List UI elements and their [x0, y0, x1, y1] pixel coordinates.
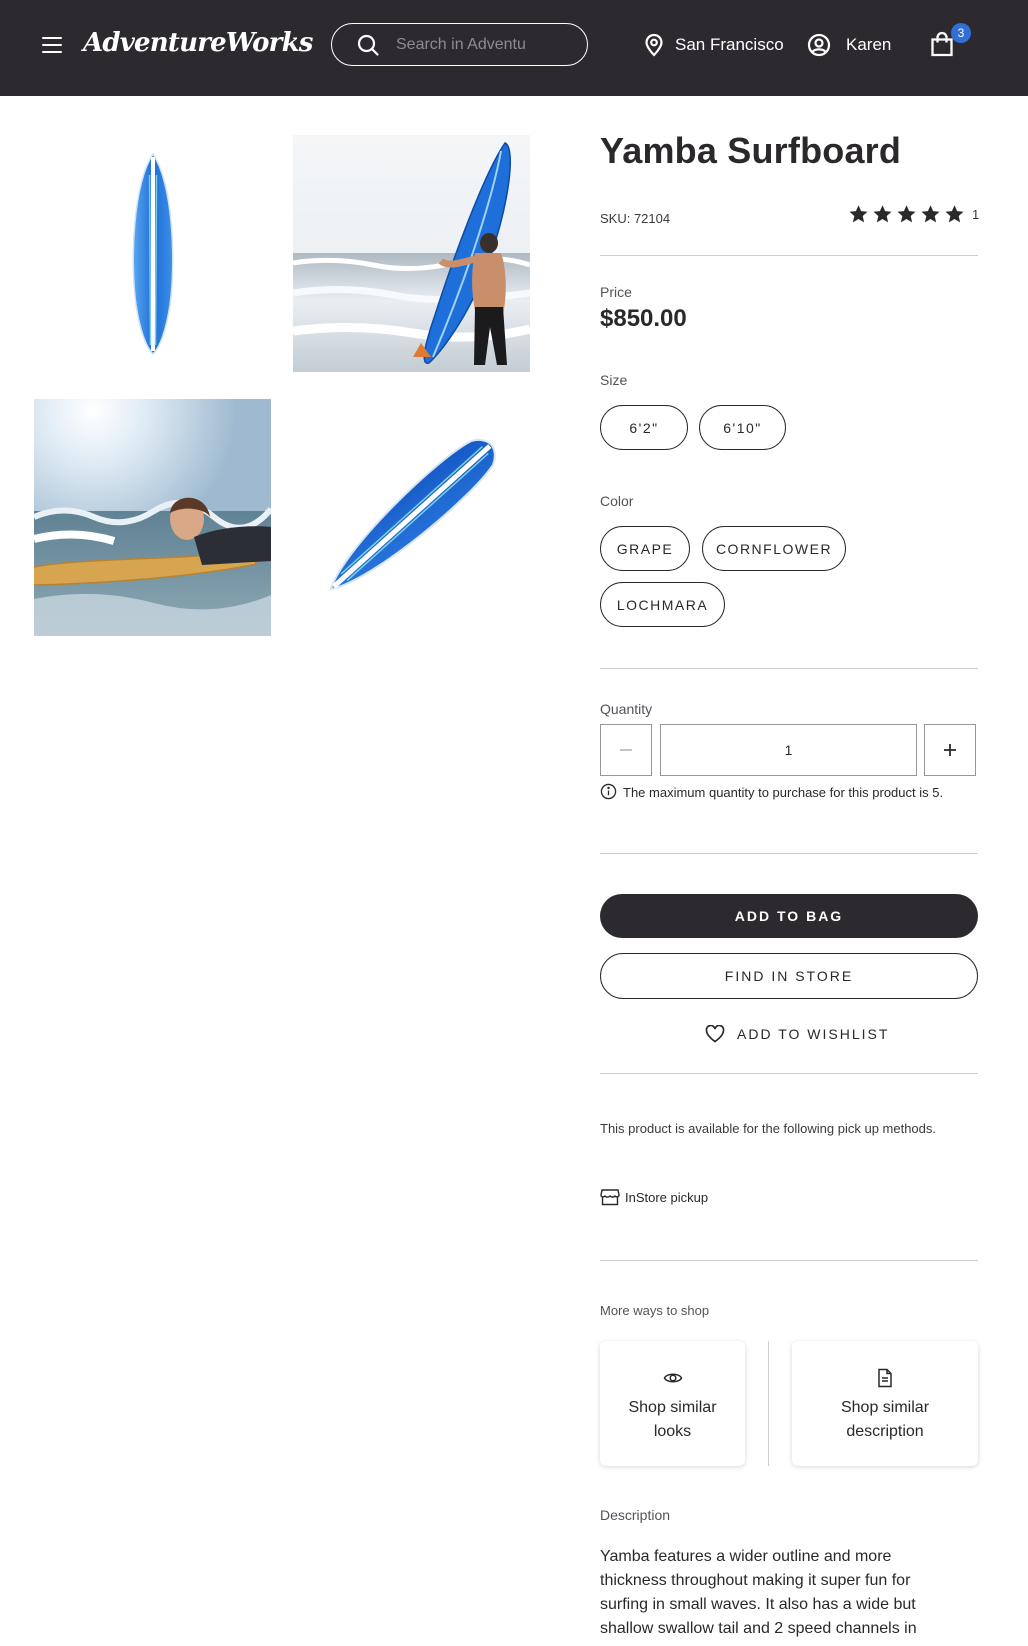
shop-similar-looks-label: Shop similar looks — [628, 1399, 717, 1440]
search-input[interactable] — [396, 34, 526, 56]
more-ways-label: More ways to shop — [600, 1303, 710, 1318]
size-option-6-10[interactable]: 6'10" — [699, 405, 786, 450]
star-icon — [945, 205, 964, 223]
add-to-bag-button[interactable]: ADD TO BAG — [600, 894, 978, 938]
description-label: Description — [600, 1507, 671, 1523]
star-icon — [897, 205, 916, 223]
product-image-woman-surfing[interactable] — [34, 399, 271, 636]
search-box — [331, 23, 588, 66]
store-location-selector[interactable]: San Francisco — [643, 32, 784, 58]
top-navigation-bar: AdventureWorks San Francisco Karen 3 — [0, 0, 1028, 96]
star-icon — [849, 205, 868, 223]
color-label: Color — [600, 493, 634, 509]
user-name: Karen — [846, 35, 892, 54]
menu-icon[interactable] — [40, 34, 64, 56]
rating-count: 1 — [972, 206, 980, 222]
document-icon — [878, 1368, 892, 1388]
user-icon — [807, 33, 831, 57]
star-icon — [921, 205, 940, 223]
product-image-surfer-holding-board[interactable] — [293, 135, 530, 372]
plus-icon — [944, 744, 956, 756]
product-sku: SKU: 72104 — [600, 211, 671, 226]
find-in-store-button[interactable]: FIND IN STORE — [600, 953, 978, 999]
product-image-board-angled[interactable] — [293, 399, 530, 636]
store-icon — [600, 1189, 620, 1206]
size-option-6-2[interactable]: 6'2" — [600, 405, 688, 450]
minus-icon — [620, 749, 632, 751]
pickup-availability-note: This product is available for the follow… — [600, 1121, 937, 1136]
card-divider — [768, 1341, 769, 1466]
brand-logo[interactable]: AdventureWorks — [83, 28, 313, 58]
location-pin-icon — [645, 33, 663, 57]
cart-count-badge: 3 — [951, 23, 971, 43]
divider — [600, 1073, 978, 1074]
divider — [600, 255, 978, 256]
instore-pickup-option: InStore pickup — [600, 1188, 708, 1206]
shop-similar-looks-card[interactable]: Shop similar looks — [600, 1341, 745, 1466]
product-title: Yamba Surfboard — [600, 130, 902, 171]
wishlist-label: ADD TO WISHLIST — [737, 1026, 890, 1042]
location-label: San Francisco — [675, 35, 784, 54]
heart-icon — [705, 1025, 725, 1043]
product-description: Yamba features a wider outline and more … — [600, 1548, 917, 1637]
quantity-increase-button[interactable] — [924, 724, 976, 776]
user-account-menu[interactable]: Karen — [807, 32, 891, 58]
quantity-label: Quantity — [600, 701, 653, 717]
size-label: Size — [600, 372, 628, 388]
divider — [600, 1260, 978, 1261]
divider — [600, 668, 978, 669]
price-label: Price — [600, 284, 632, 300]
color-option-cornflower[interactable]: CORNFLOWER — [702, 526, 846, 571]
eye-icon — [663, 1373, 682, 1383]
color-option-lochmara[interactable]: LOCHMARA — [600, 582, 725, 627]
instore-pickup-label: InStore pickup — [625, 1189, 709, 1205]
shop-similar-description-card[interactable]: Shop similar description — [792, 1341, 978, 1466]
product-rating[interactable]: 1 — [848, 204, 979, 224]
color-option-grape[interactable]: GRAPE — [600, 526, 690, 571]
quantity-input[interactable] — [660, 724, 917, 776]
max-quantity-note: The maximum quantity to purchase for thi… — [600, 783, 980, 803]
shop-similar-description-label: Shop similar description — [840, 1399, 930, 1440]
product-image-board-front[interactable] — [34, 135, 271, 372]
info-icon — [600, 783, 617, 800]
star-icon — [873, 205, 892, 223]
max-quantity-text: The maximum quantity to purchase for thi… — [623, 785, 944, 800]
add-to-wishlist-button[interactable]: ADD TO WISHLIST — [705, 1025, 889, 1043]
quantity-decrease-button[interactable] — [600, 724, 652, 776]
product-price: $850.00 — [600, 305, 687, 332]
divider — [600, 853, 978, 854]
search-icon[interactable] — [356, 33, 380, 57]
